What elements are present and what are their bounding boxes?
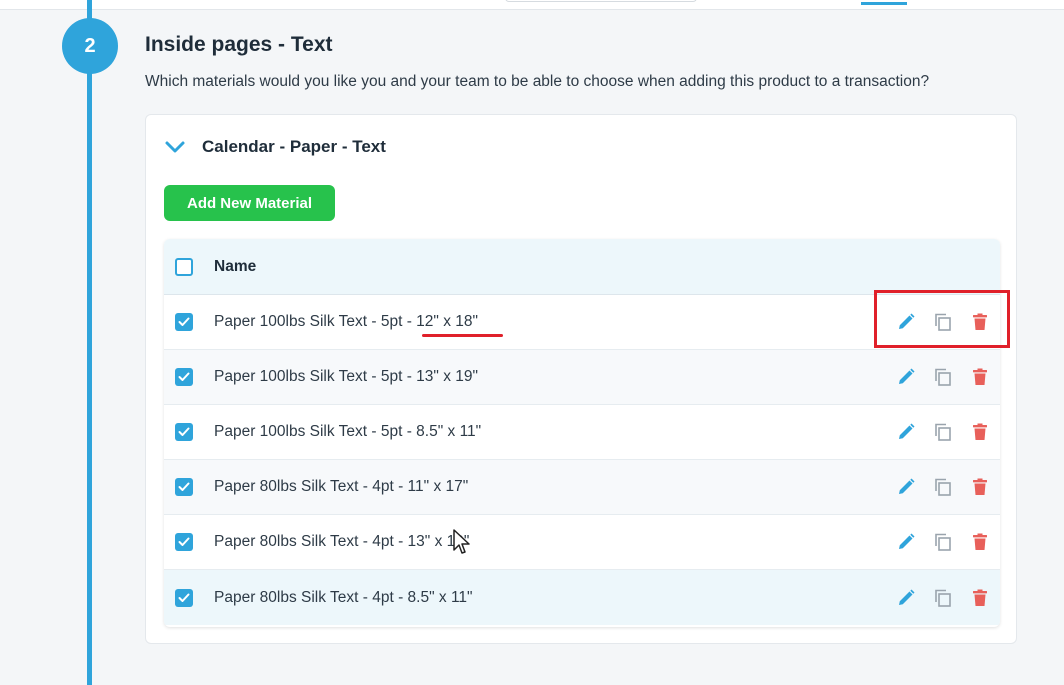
material-name: Paper 80lbs Silk Text - 4pt - 13" x 19"	[214, 533, 470, 550]
step-description: Which materials would you like you and y…	[145, 73, 930, 90]
edit-icon[interactable]	[896, 367, 916, 387]
active-tab-indicator	[861, 2, 907, 5]
top-navigation-bar	[0, 0, 1064, 10]
step-number-badge: 2	[62, 18, 118, 74]
material-name: Paper 100lbs Silk Text - 5pt - 13" x 19"	[214, 368, 479, 385]
table-row[interactable]: Paper 80lbs Silk Text - 4pt - 13" x 19"	[164, 515, 1000, 570]
mouse-cursor-icon	[453, 529, 470, 554]
edit-icon[interactable]	[896, 477, 916, 497]
delete-icon[interactable]	[970, 477, 990, 497]
table-row[interactable]: Paper 100lbs Silk Text - 5pt - 8.5" x 11…	[164, 405, 1000, 460]
add-new-material-button[interactable]: Add New Material	[164, 185, 335, 221]
table-row[interactable]: Paper 80lbs Silk Text - 4pt - 11" x 17"	[164, 460, 1000, 515]
row-actions	[896, 460, 990, 514]
table-row[interactable]: Paper 100lbs Silk Text - 5pt - 13" x 19"	[164, 350, 1000, 405]
step-title: Inside pages - Text	[145, 33, 333, 56]
chevron-down-icon[interactable]	[164, 139, 186, 155]
annotation-underline	[422, 334, 503, 337]
row-checkbox[interactable]	[175, 533, 193, 551]
edit-icon[interactable]	[896, 588, 916, 608]
name-column-header[interactable]: Name	[214, 258, 256, 276]
material-group-header[interactable]: Calendar - Paper - Text	[164, 137, 386, 157]
row-checkbox[interactable]	[175, 478, 193, 496]
table-header: Name	[164, 239, 1000, 295]
edit-icon[interactable]	[896, 422, 916, 442]
duplicate-icon[interactable]	[933, 422, 953, 442]
table-row[interactable]: Paper 80lbs Silk Text - 4pt - 8.5" x 11"	[164, 570, 1000, 625]
edit-icon[interactable]	[896, 532, 916, 552]
row-actions	[896, 350, 990, 404]
row-checkbox[interactable]	[175, 313, 193, 331]
duplicate-icon[interactable]	[933, 532, 953, 552]
material-name: Paper 80lbs Silk Text - 4pt - 11" x 17"	[214, 478, 469, 495]
duplicate-icon[interactable]	[933, 477, 953, 497]
row-checkbox[interactable]	[175, 588, 193, 607]
search-input[interactable]	[505, 0, 697, 2]
row-actions	[896, 515, 990, 569]
delete-icon[interactable]	[970, 422, 990, 442]
material-name: Paper 80lbs Silk Text - 4pt - 8.5" x 11"	[214, 588, 473, 606]
material-name: Paper 100lbs Silk Text - 5pt - 12" x 18"	[214, 313, 479, 330]
materials-card: Calendar - Paper - Text Add New Material…	[145, 114, 1017, 644]
duplicate-icon[interactable]	[933, 588, 953, 608]
row-checkbox[interactable]	[175, 423, 193, 441]
delete-icon[interactable]	[970, 367, 990, 387]
row-checkbox[interactable]	[175, 368, 193, 386]
material-group-title: Calendar - Paper - Text	[202, 137, 386, 156]
row-actions	[896, 405, 990, 459]
annotation-highlight-box	[874, 290, 1010, 348]
row-actions	[896, 570, 990, 625]
select-all-checkbox[interactable]	[175, 257, 193, 276]
delete-icon[interactable]	[970, 588, 990, 608]
delete-icon[interactable]	[970, 532, 990, 552]
step-timeline-line	[87, 0, 92, 685]
material-name: Paper 100lbs Silk Text - 5pt - 8.5" x 11…	[214, 423, 482, 440]
duplicate-icon[interactable]	[933, 367, 953, 387]
